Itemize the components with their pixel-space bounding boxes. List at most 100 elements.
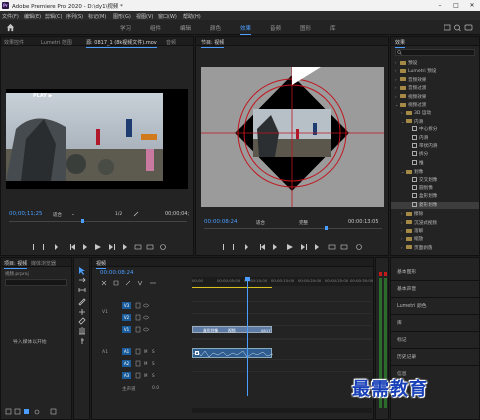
effects-tree-item[interactable]: 推 [391, 159, 479, 167]
source-resolution-select[interactable]: 1/2 [115, 212, 122, 217]
panel-markers[interactable]: 标记 [397, 336, 407, 343]
menu-marker[interactable]: 标记(M) [88, 13, 106, 20]
menu-file[interactable]: 文件(F) [2, 13, 19, 20]
program-quality-select[interactable]: 完整 [299, 220, 308, 226]
menu-clip[interactable]: 剪辑(C) [45, 13, 62, 20]
effects-tree-item[interactable]: ⌄ 视频过渡 [391, 101, 479, 108]
close-icon[interactable]: ✕ [464, 0, 480, 11]
menu-sequence[interactable]: 序列(S) [66, 13, 83, 20]
effects-tree-label: 中心拆分 [419, 127, 438, 133]
effects-tree-item[interactable]: 中心拆分 [391, 126, 479, 133]
timeline-timecode[interactable]: 00:00:08:24 [100, 270, 134, 276]
source-fit-select[interactable]: 适合 [53, 212, 62, 218]
tab-effect-controls[interactable]: 效果控件 [4, 39, 24, 46]
play-watermark: PLAY ▶ [33, 93, 53, 99]
effects-search-input[interactable] [395, 49, 475, 56]
workspace-graphics[interactable]: 图形 [300, 24, 311, 32]
timeline-playhead[interactable] [247, 281, 248, 396]
workspace-audio[interactable]: 音频 [270, 24, 281, 32]
source-monitor-panel: 效果控件 Lumetri 范围 源: 0817_1 (8k视频文件).mov 音… [0, 36, 194, 256]
project-footer-icons[interactable] [5, 408, 65, 416]
effects-tree-item[interactable]: › 音频效果 [391, 76, 479, 83]
panel-libraries[interactable]: 库 [397, 319, 402, 326]
workspace-effects[interactable]: 效果 [240, 24, 252, 35]
maximize-icon[interactable]: □ [448, 0, 464, 11]
effects-tree-item[interactable]: 菱形划像 [391, 201, 479, 209]
effects-tree-item[interactable]: › Lumetri 预设 [391, 67, 479, 74]
effects-tree-item[interactable]: 圆划像 [391, 185, 479, 192]
workspace-assembly[interactable]: 组件 [150, 24, 161, 32]
menu-edit[interactable]: 编辑(E) [24, 13, 41, 20]
effects-tree-item[interactable]: 带状内滑 [391, 143, 479, 150]
video-clip-v1[interactable]: 盒形划像 视频 0817 [192, 326, 272, 333]
workspace-color[interactable]: 颜色 [210, 24, 221, 32]
effects-tree-item[interactable]: 盒形划像 [391, 193, 479, 200]
home-icon[interactable] [6, 23, 15, 32]
effects-tree-item[interactable]: 拆分 [391, 151, 479, 158]
effects-tree-item[interactable]: › 预设 [391, 59, 479, 66]
effects-tree-label: 预设 [408, 61, 418, 66]
tab-media-browser[interactable]: 媒体浏览器 [31, 260, 56, 267]
program-scrubber[interactable] [204, 228, 382, 229]
track-target-v1[interactable]: V1 [122, 326, 131, 333]
panel-essential-graphics[interactable]: 基本图形 [397, 268, 416, 275]
window-title: Adobe Premiere Pro 2020 - D:\dy1\视频 * [12, 4, 123, 10]
program-fit-select[interactable]: 适合 [256, 220, 265, 226]
program-transport-controls[interactable] [221, 243, 371, 251]
menu-bar: 文件(F) 编辑(E) 剪辑(C) 序列(S) 标记(M) 图形(G) 视图(V… [0, 11, 480, 20]
menu-graphics[interactable]: 图形(G) [113, 13, 131, 20]
master-track-value[interactable]: 0.0 [152, 386, 159, 391]
tab-source[interactable]: 源: 0817_1 (8k视频文件).mov [86, 39, 157, 48]
effects-tree-item[interactable]: › 3D 运动 [391, 109, 479, 116]
panel-essential-sound[interactable]: 基本声音 [397, 285, 416, 292]
tab-timeline-sequence[interactable]: 视频 [96, 260, 107, 269]
track-target-v2[interactable]: V2 [122, 314, 131, 321]
source-timecode[interactable]: 00;00;11;25 [9, 211, 43, 217]
effects-tree-item[interactable]: › 页面剥落 [391, 244, 479, 251]
track-target-a1[interactable]: A1 [122, 348, 131, 355]
program-playhead[interactable] [325, 226, 328, 230]
menu-window[interactable]: 窗口(W) [158, 13, 177, 20]
workspace-editing[interactable]: 编辑 [180, 24, 191, 32]
workspace-libraries[interactable]: 库 [330, 24, 336, 32]
effects-tree-item[interactable]: › 音频过渡 [391, 84, 479, 91]
effects-tree-item[interactable]: ⌄ 内滑 [391, 118, 479, 125]
effects-tree-label: 推 [419, 160, 424, 166]
source-transport-controls[interactable] [31, 243, 171, 251]
project-search-input[interactable] [5, 279, 67, 286]
effects-panel: 效果 › 预设 › Lumetri 预设 › 音频效果 › 音频过渡 › 视频效果 ⌄ 视频过渡 › 3D… [390, 36, 480, 256]
effects-tree-item[interactable]: 内滑 [391, 134, 479, 142]
transition-icon [412, 143, 417, 148]
effects-tree-item[interactable]: › 溶解 [391, 227, 479, 234]
effects-tree-item[interactable]: 交叉划像 [391, 176, 479, 184]
effects-tree-item[interactable]: › 视频效果 [391, 93, 479, 100]
tab-project[interactable]: 项目: 视频 [4, 260, 28, 269]
tab-program[interactable]: 节目: 视频 [201, 39, 225, 48]
effects-tree-item[interactable]: › 擦除 [391, 210, 479, 217]
menu-view[interactable]: 视图(V) [136, 13, 153, 20]
effects-tree-item[interactable]: › 缩放 [391, 235, 479, 242]
work-area-bar[interactable] [192, 287, 272, 288]
effects-tree-label: 盒形划像 [419, 194, 438, 200]
workspace-learn[interactable]: 学习 [120, 24, 131, 32]
tab-effects[interactable]: 效果 [395, 39, 406, 48]
panel-history[interactable]: 历史记录 [397, 353, 416, 360]
program-timecode[interactable]: 00:00:08:24 [204, 219, 238, 225]
tab-audio[interactable]: 音频 [166, 39, 176, 46]
track-target-a2[interactable]: A2 [122, 360, 131, 367]
panel-lumetri-color[interactable]: Lumetri 颜色 [397, 302, 427, 309]
source-playhead[interactable] [81, 219, 84, 223]
wrench-icon[interactable] [133, 211, 139, 217]
audio-clip-a1[interactable] [192, 348, 273, 358]
track-target-a3[interactable]: A3 [122, 372, 131, 379]
timeline-scrollbar[interactable] [192, 408, 372, 413]
track-header-controls[interactable]: MS MS MS [134, 302, 190, 382]
effects-tree-item[interactable]: › 沉浸式视频 [391, 219, 479, 226]
menu-help[interactable]: 帮助(H) [183, 13, 201, 20]
tab-lumetri-scopes[interactable]: Lumetri 范围 [41, 39, 72, 46]
timeline-toolbar-icons[interactable] [100, 279, 180, 287]
source-scrubber[interactable] [9, 221, 187, 222]
track-target-v3[interactable]: V3 [122, 302, 131, 309]
effects-tree-item[interactable]: ⌄ 划像 [391, 168, 479, 175]
minimize-icon[interactable]: – [432, 0, 448, 11]
